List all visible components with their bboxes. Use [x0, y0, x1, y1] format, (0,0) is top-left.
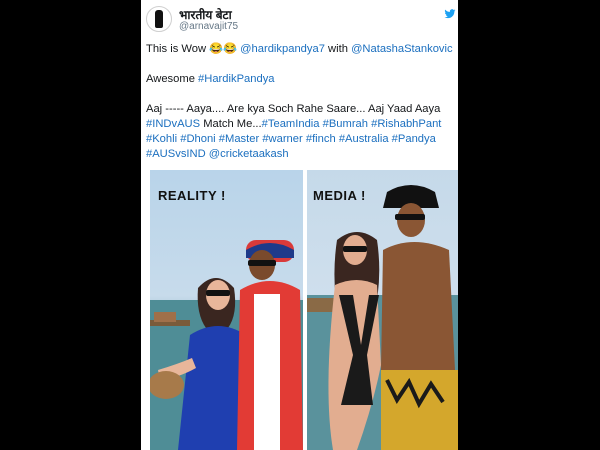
hashtag-link[interactable]: #Pandya: [392, 133, 436, 145]
media-label: MEDIA !: [313, 188, 366, 203]
hashtag-link[interactable]: #AUSvsIND: [146, 148, 206, 160]
media-illustration: [307, 185, 458, 450]
hashtag-link[interactable]: #TeamIndia: [262, 118, 320, 130]
mention-link[interactable]: @hardikpandya7: [240, 43, 325, 55]
reality-label: REALITY !: [158, 188, 226, 203]
hashtag-link[interactable]: #Dhoni: [180, 133, 215, 145]
hashtag-link[interactable]: #Bumrah: [323, 118, 368, 130]
tweet-text-segment: Aaj ----- Aaya.... Are kya Soch Rahe Saa…: [146, 103, 441, 115]
hashtag-link[interactable]: #warner: [262, 133, 302, 145]
avatar-bottle-image: [155, 10, 163, 28]
media-panel: MEDIA !: [307, 170, 458, 450]
tweet-text-segment: This is Wow 😂😂: [146, 43, 241, 55]
mention-link[interactable]: @cricketaakash: [209, 148, 289, 160]
avatar[interactable]: [146, 6, 172, 32]
reality-panel: REALITY !: [150, 170, 303, 450]
user-handle[interactable]: @arnavajit75: [179, 21, 238, 32]
twitter-bird-icon[interactable]: [444, 8, 456, 20]
reality-illustration: [150, 240, 303, 450]
tweet-text-segment: with: [324, 43, 352, 55]
hashtag-link[interactable]: #RishabhPant: [371, 118, 441, 130]
tweet-photo[interactable]: REALITY ! MEDIA !: [145, 166, 458, 450]
tweet-line: This is Wow 😂😂 @hardikpandya7 with @Nata…: [146, 42, 458, 57]
tweet-line: #INDvAUS Match Me...#TeamIndia #Bumrah #…: [146, 117, 458, 132]
hashtag-link[interactable]: #HardikPandya: [198, 73, 275, 85]
tweet-line: #AUSvsIND @cricketaakash: [146, 147, 458, 162]
hashtag-link[interactable]: #Master: [219, 133, 259, 145]
hashtag-link[interactable]: #INDvAUS: [146, 118, 200, 130]
tweet-text-segment: Match Me...: [200, 118, 262, 130]
hashtag-link[interactable]: #Kohli: [146, 133, 177, 145]
tweet-line: Aaj ----- Aaya.... Are kya Soch Rahe Saa…: [146, 102, 458, 117]
tweet-line: Awesome #HardikPandya: [146, 72, 458, 87]
tweet-card: भारतीय बेटा @arnavajit75 This is Wow 😂😂 …: [141, 0, 458, 450]
tweet-header: भारतीय बेटा @arnavajit75: [141, 0, 458, 40]
hashtag-link[interactable]: #Australia: [339, 133, 389, 145]
tweet-line: #Kohli #Dhoni #Master #warner #finch #Au…: [146, 132, 458, 147]
mention-link[interactable]: @NatashaStankovic: [351, 43, 453, 55]
tweet-text-segment: Awesome: [146, 73, 199, 85]
hashtag-link[interactable]: #finch: [306, 133, 336, 145]
tweet-text: This is Wow 😂😂 @hardikpandya7 with @Nata…: [146, 42, 458, 162]
